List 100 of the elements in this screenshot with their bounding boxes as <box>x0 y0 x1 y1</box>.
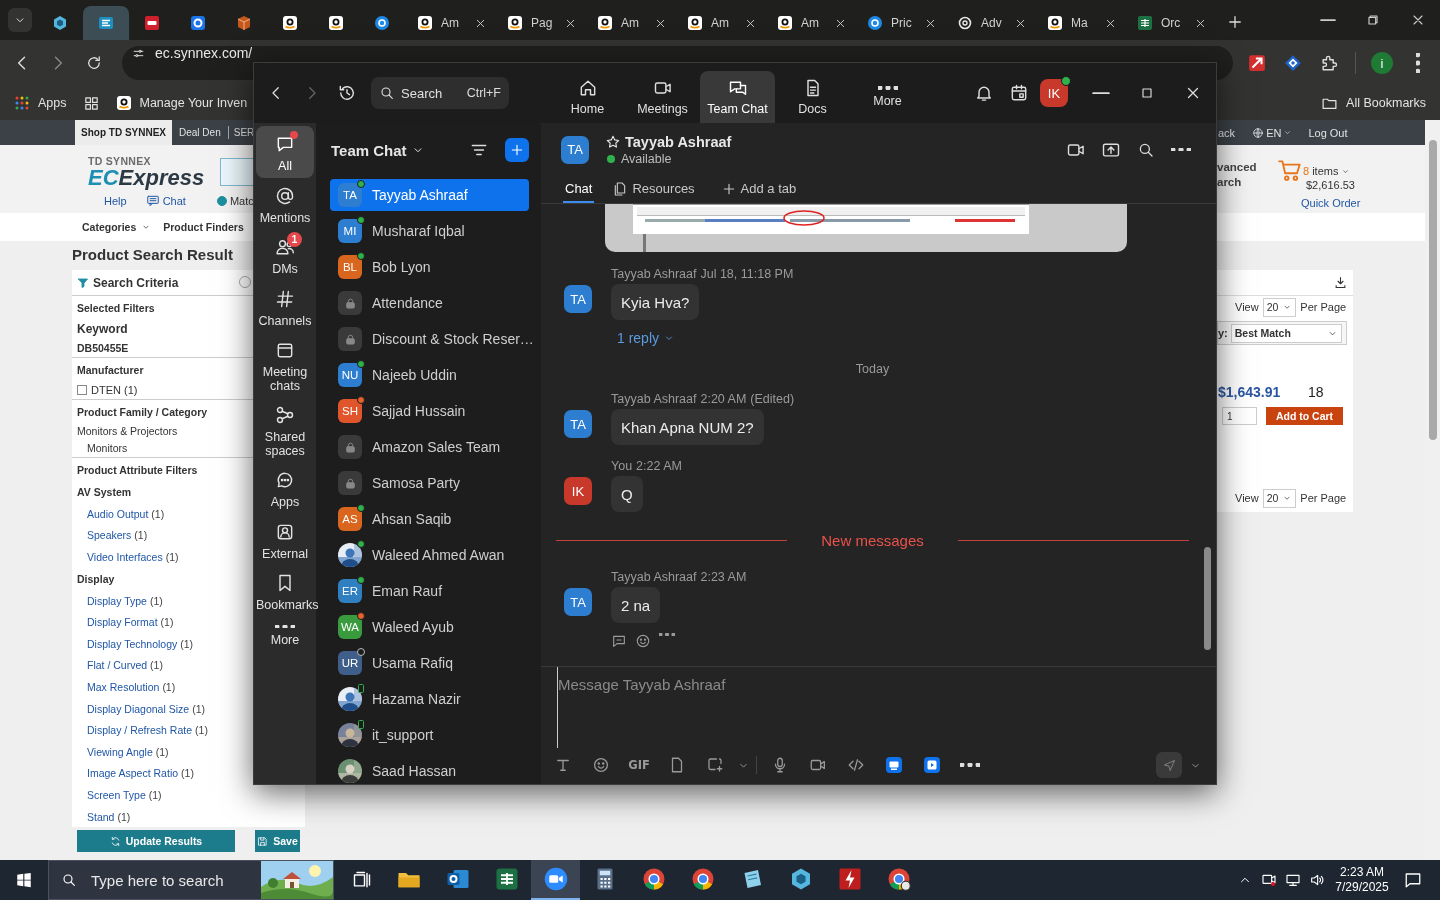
top-link[interactable]: Log Out <box>1308 126 1348 139</box>
nav-link[interactable]: Product Finders <box>163 221 244 233</box>
search-box[interactable]: Type here to search <box>48 860 334 900</box>
stock-count: 18 <box>1308 384 1324 400</box>
browser-tab[interactable]: Am <box>405 6 495 40</box>
chat-tab[interactable]: Resources <box>610 176 697 203</box>
browser-tab[interactable]: Am <box>765 6 855 40</box>
top-nav-tab[interactable]: Shop TD SYNNEX <box>75 120 172 145</box>
chat-list-item[interactable]: WA Waleed Ayub <box>330 611 529 643</box>
chat-list-item[interactable]: it_support <box>330 719 529 751</box>
message-time: Jul 18, 11:18 PM <box>700 267 794 281</box>
chat-list-item[interactable]: UR Usama Rafiq <box>330 647 529 679</box>
filter-link[interactable]: Screen Type <box>87 788 146 801</box>
filter-link[interactable]: Flat / Curved <box>87 659 148 672</box>
search-box[interactable]: Search Ctrl+F <box>371 77 509 109</box>
browser-tab[interactable]: Pag <box>495 6 585 40</box>
shortcut-label: Ctrl+F <box>466 86 501 100</box>
filter-link[interactable]: Stand <box>87 810 115 823</box>
filter-link[interactable]: Speakers <box>87 529 132 542</box>
chat-list-item[interactable]: Waleed Ahmed Awan <box>330 539 529 571</box>
filter-link[interactable]: Max Resolution <box>87 680 160 693</box>
per-page-select[interactable]: 20 <box>1262 488 1297 508</box>
search-link[interactable]: vanced <box>1217 160 1277 175</box>
status-text: Available <box>621 151 672 166</box>
filter-link[interactable]: Video Interfaces <box>87 551 163 563</box>
clock[interactable]: 2:23 AM 7/29/2025 <box>1331 860 1393 900</box>
top-link[interactable]: ack <box>1218 126 1236 139</box>
filter-link[interactable]: Display Technology <box>87 637 178 650</box>
filter-link[interactable]: Display / Refresh Rate <box>87 724 193 737</box>
chat-tab[interactable]: Add a tab <box>718 176 799 203</box>
help-link[interactable]: Help <box>104 195 127 207</box>
avatar: TA <box>338 183 362 207</box>
sidebar-tab[interactable]: DMs 1 <box>256 229 314 281</box>
search-field[interactable]: Search <box>401 85 445 101</box>
unread-count: 1 <box>287 232 302 247</box>
chat-list-item[interactable]: Samosa Party <box>330 467 529 499</box>
quantity-field[interactable]: 1 <box>1222 407 1257 425</box>
avatar[interactable]: IK <box>1040 79 1068 107</box>
top-nav-tab[interactable]: Deal Den <box>172 120 228 145</box>
chat-list-item[interactable]: BL Bob Lyon <box>330 251 529 283</box>
section-title: Product Attribute Filters <box>77 463 198 476</box>
avatar: TA <box>561 135 589 164</box>
save-button[interactable]: Save <box>255 830 300 853</box>
filter-link[interactable]: Image Aspect Ratio <box>87 767 179 780</box>
sidebar-tab[interactable]: More <box>256 616 314 652</box>
bookmark[interactable]: Apps <box>8 90 73 116</box>
chat-list-item[interactable]: Saad Hassan <box>330 755 529 784</box>
per-page-select[interactable]: 20 <box>1262 297 1297 317</box>
nav-tab[interactable]: Team Chat <box>700 71 775 123</box>
language-menu[interactable]: EN <box>1252 126 1293 139</box>
categories-menu[interactable]: Categories <box>82 221 152 233</box>
bookmark-folder[interactable]: All Bookmarks <box>1315 90 1432 116</box>
chat-list-item[interactable]: Hazama Nazir <box>330 683 529 715</box>
browser-tab[interactable]: Adv <box>945 6 1035 40</box>
chat-list-item[interactable]: MI Musharaf Iqbal <box>330 215 529 247</box>
browser-tab[interactable]: Orc <box>1125 6 1215 40</box>
browser-tab[interactable]: Ma <box>1035 6 1125 40</box>
chat-list-item[interactable]: SH Sajjad Hussain <box>330 395 529 427</box>
filter-link[interactable]: Audio Output <box>87 507 149 520</box>
search-link[interactable]: arch <box>1217 175 1277 190</box>
filter-link[interactable]: Display Format <box>87 616 158 629</box>
chat-list-item[interactable]: Amazon Sales Team <box>330 431 529 463</box>
cart-total: $2,616.53 <box>1305 179 1355 191</box>
add-to-cart-button[interactable]: Add to Cart <box>1266 407 1343 425</box>
contact-name: Tayyab Ashraaf <box>625 133 732 150</box>
sidebar-tab[interactable]: All <box>256 126 314 178</box>
message-field[interactable]: Message Tayyab Ashraaf <box>557 667 1216 748</box>
filter-value: DB50455E <box>77 342 129 354</box>
search-field[interactable]: Type here to search <box>89 870 247 890</box>
chat-link[interactable]: Chat <box>162 195 186 207</box>
chat-list-item[interactable]: Attendance <box>330 287 529 319</box>
chat-list-item[interactable]: TA Tayyab Ashraaf <box>330 179 529 211</box>
quick-order-link[interactable]: Quick Order <box>1301 197 1361 209</box>
browser-tab[interactable]: Pric <box>855 6 945 40</box>
update-button[interactable]: Update Results <box>77 830 235 853</box>
chat-list-item[interactable]: AS Ahsan Saqib <box>330 503 529 535</box>
chat-list-item[interactable]: ER Eman Rauf <box>330 575 529 607</box>
message-time: 2:20 AM <box>700 392 747 406</box>
profile-button[interactable]: i <box>1364 46 1400 80</box>
sidebar-tab[interactable]: Channels <box>256 280 314 332</box>
sidebar-tab[interactable]: Mentions <box>256 177 314 229</box>
chat-list-item[interactable]: NU Najeeb Uddin <box>330 359 529 391</box>
sidebar-tab[interactable]: Meeting chats <box>256 332 314 397</box>
browser-tab[interactable]: Am <box>675 6 765 40</box>
bookmark[interactable]: Manage Your Inven <box>109 90 254 116</box>
filter-link[interactable]: Viewing Angle <box>87 745 153 758</box>
sort-select[interactable]: Best Match <box>1230 323 1342 343</box>
sidebar-tab[interactable]: External <box>256 513 314 565</box>
list-title[interactable]: Team Chat <box>331 141 425 159</box>
browser-tab[interactable]: Am <box>585 6 675 40</box>
replies-link[interactable]: 1 reply <box>617 331 676 345</box>
filter-link[interactable]: Display Diagonal Size <box>87 702 190 715</box>
cart-count: 8 <box>1303 165 1310 177</box>
sidebar-tab[interactable]: Apps <box>256 462 314 514</box>
chat-tab[interactable]: Chat <box>563 176 595 203</box>
filter-heading: Keyword <box>77 322 128 336</box>
gif-button[interactable]: GIF <box>620 750 658 780</box>
filter-link[interactable]: Display Type <box>87 594 147 607</box>
sidebar-tab[interactable]: Shared spaces <box>256 397 314 462</box>
category-text: Monitors & Projectors <box>77 425 178 437</box>
